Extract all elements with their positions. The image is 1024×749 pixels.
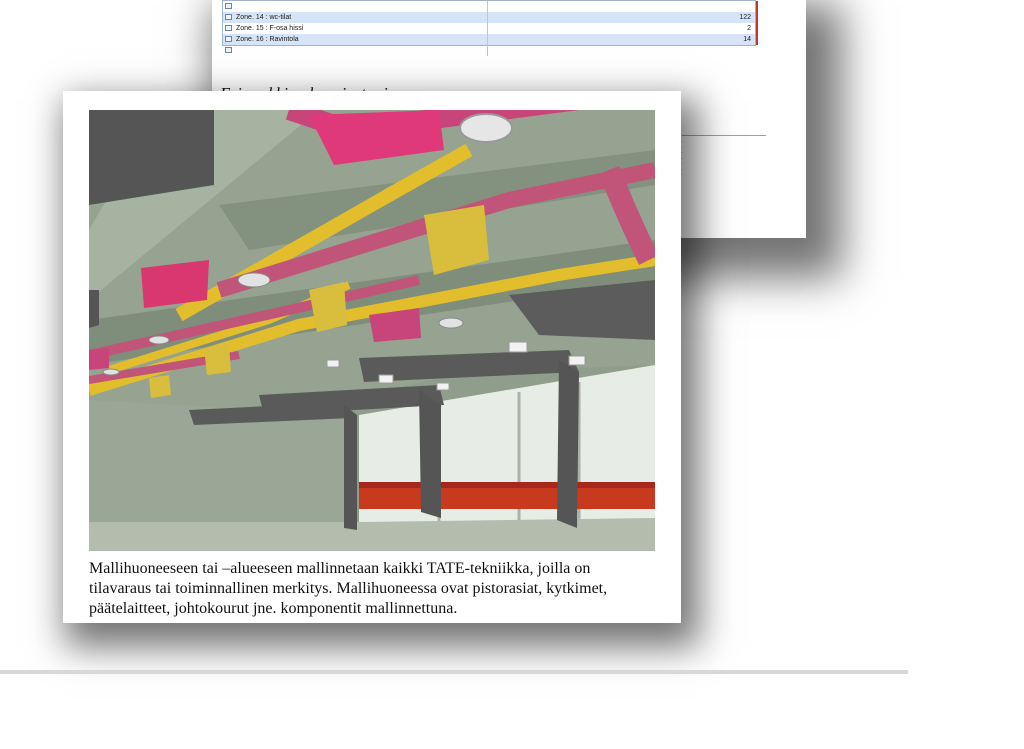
fan-coil-unit [204, 344, 231, 375]
ceiling-light [436, 382, 450, 391]
page-divider [0, 670, 908, 674]
zone-icon [225, 36, 232, 42]
zone-name: Zone. 16 : Ravintola [236, 36, 299, 43]
caption-line: päätelaitteet, johtokourut jne. komponen… [89, 600, 458, 617]
caption-line: tilavaraus tai toiminnallinen merkitys. … [89, 580, 608, 597]
air-diffuser [237, 272, 271, 288]
zone-icon [225, 47, 232, 53]
zone-value: 14 [743, 36, 751, 43]
zone-table: Zone. 14 : wc-tilat 122 Zone. 15 : F-osa… [222, 0, 758, 56]
figure-caption: Mallihuoneeseen tai –alueeseen mallinnet… [89, 559, 679, 619]
caption-line: Mallihuoneeseen tai –alueeseen mallinnet… [89, 560, 591, 577]
beam-edge [89, 290, 99, 328]
air-diffuser [459, 113, 513, 143]
air-diffuser [102, 368, 120, 376]
zone-name: Zone. 14 : wc-tilat [236, 14, 292, 21]
column-mid [419, 390, 441, 518]
model-room-render [89, 110, 655, 551]
legend-divider [682, 135, 766, 136]
fan-coil-unit [149, 375, 171, 398]
zone-icon [225, 25, 232, 31]
zone-value: 2 [747, 25, 751, 32]
zone-value: 122 [739, 14, 751, 21]
table-row[interactable]: Zone. 16 : Ravintola 14 [223, 34, 755, 45]
ceiling-light [378, 374, 394, 384]
legend-list: ... ... ... ... ... ... ... [680, 138, 780, 177]
column-left [344, 405, 357, 530]
duct-box [89, 348, 109, 370]
table-row[interactable]: Zone. 15 : F-osa hissi 2 [223, 23, 755, 34]
ceiling-light [568, 355, 586, 366]
ceiling-light [326, 359, 340, 368]
table-row[interactable] [223, 45, 755, 56]
legend-line: ... [680, 171, 684, 176]
duct-box [141, 260, 209, 308]
air-diffuser [148, 335, 170, 345]
column-right [557, 360, 579, 528]
zone-name: Zone. 15 : F-osa hissi [236, 25, 304, 32]
zone-icon [225, 3, 232, 9]
table-row[interactable] [223, 1, 755, 12]
radiator-top [359, 482, 655, 488]
zone-icon [225, 14, 232, 20]
table-edge-marker [756, 1, 758, 45]
front-document-card: Mallihuoneeseen tai –alueeseen mallinnet… [63, 91, 681, 623]
table-row[interactable]: Zone. 14 : wc-tilat 122 [223, 12, 755, 23]
air-diffuser [438, 317, 464, 329]
ceiling-light [508, 341, 528, 353]
radiator-band [359, 487, 655, 509]
